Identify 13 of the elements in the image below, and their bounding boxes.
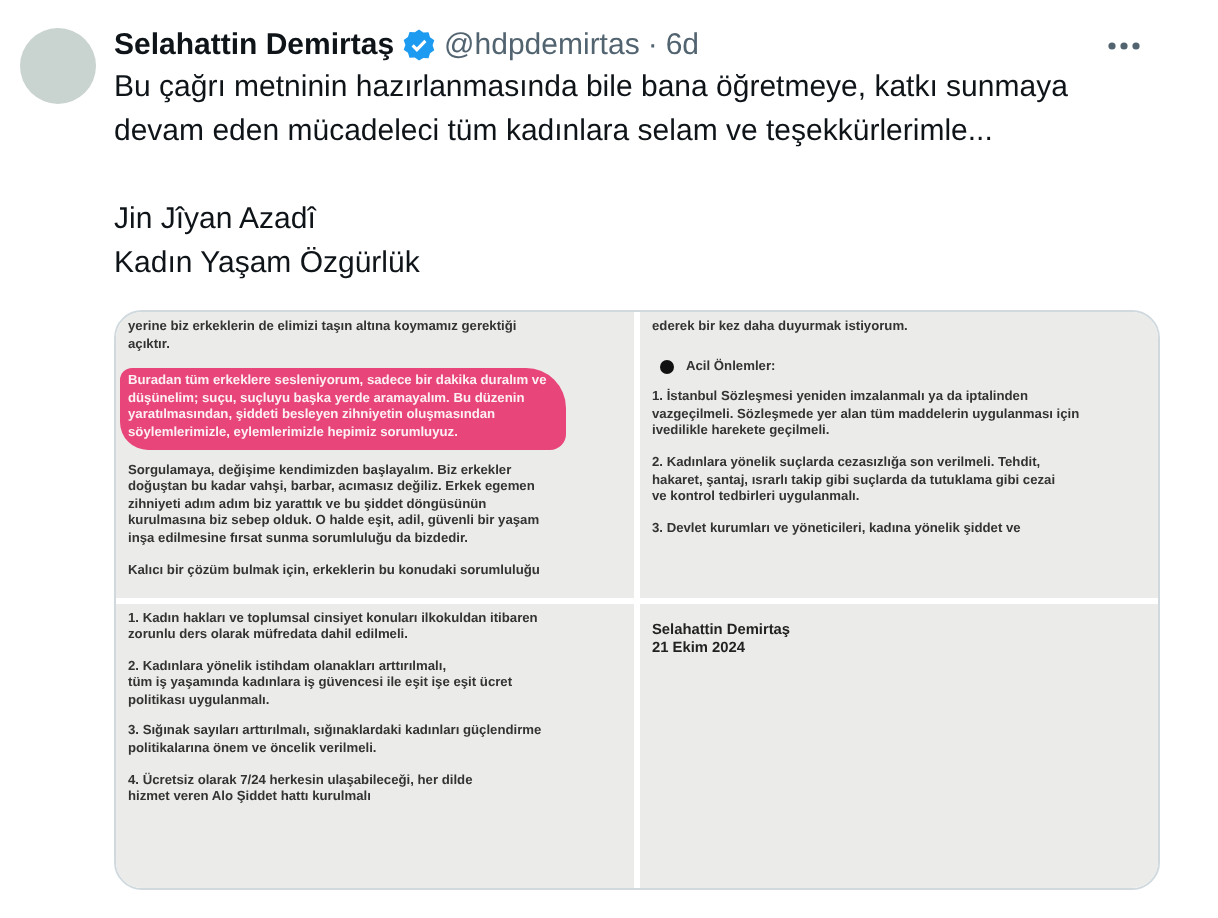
post-text: Bu çağrı metninin hazırlanmasında bile bana öğretmeye, katkı sunmaya devam eden mücadeleci tüm kadınlara selam ve teşekkürlerimle... — [114, 68, 1070, 152]
author-name[interactable]: Selahattin Demirtaş — [114, 28, 395, 62]
bullet-icon — [660, 360, 674, 375]
document-page[interactable] — [640, 312, 1158, 597]
document-page[interactable] — [116, 603, 634, 888]
document-images[interactable] — [114, 310, 1160, 890]
post-time[interactable]: 6d — [665, 28, 700, 62]
author-handle[interactable]: @hdpdemirtas — [444, 28, 640, 62]
separator: · — [647, 28, 658, 62]
more-icon[interactable] — [1106, 39, 1142, 51]
document-page[interactable] — [116, 312, 634, 597]
post-text: Kadın Yaşam Özgürlük — [114, 244, 422, 284]
post-text: Jin Jîyan Azadî — [114, 200, 319, 240]
